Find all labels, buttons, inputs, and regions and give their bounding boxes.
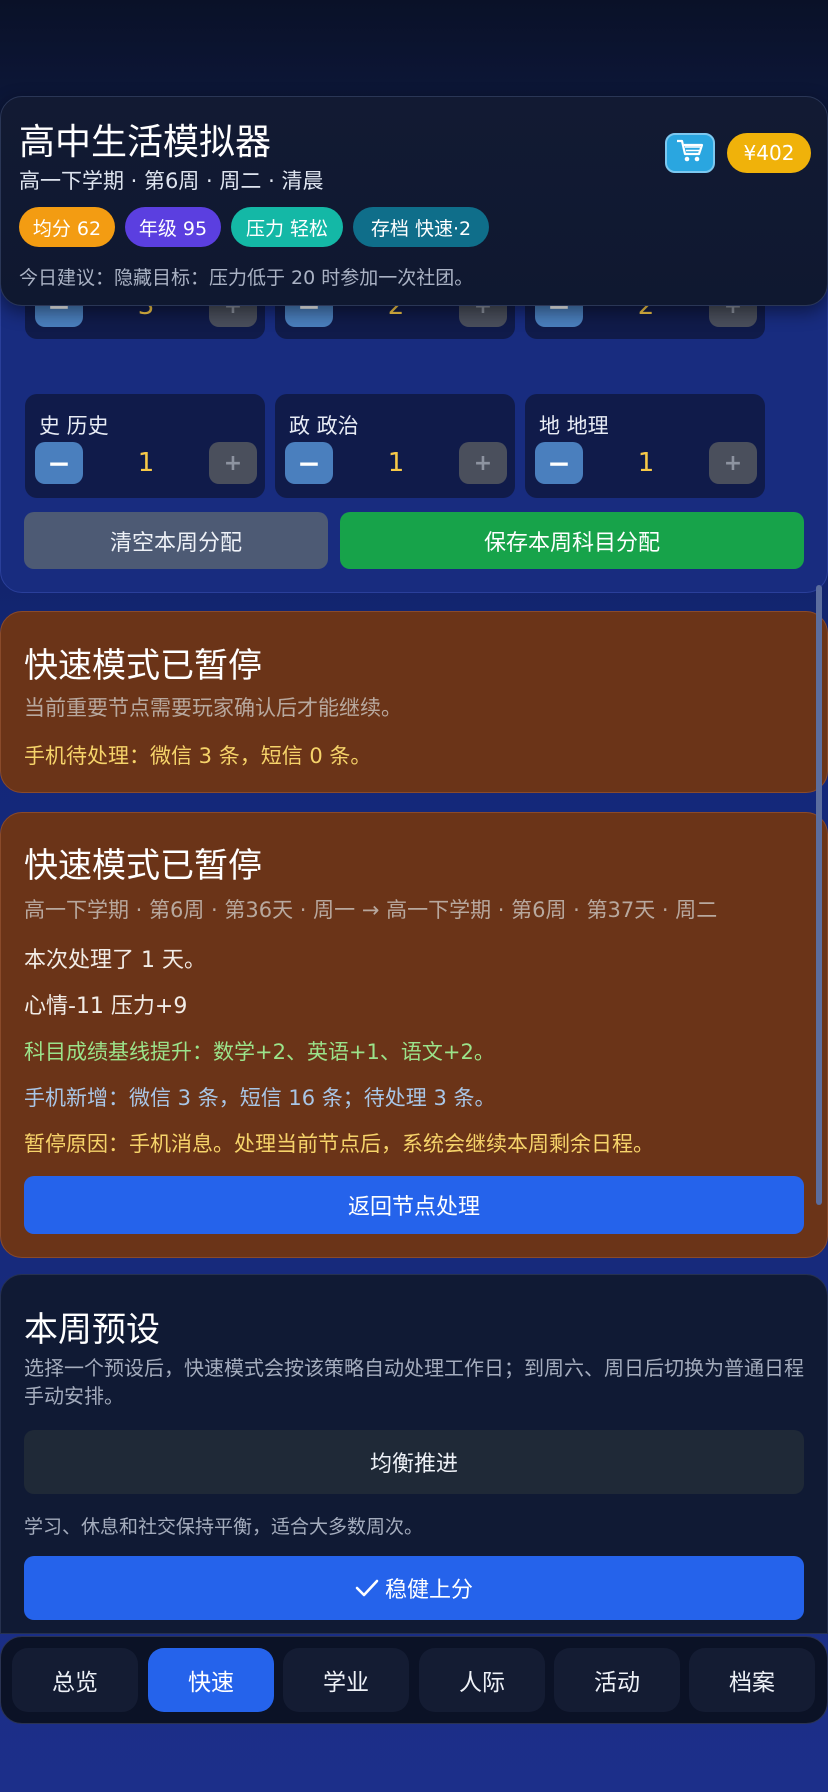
tab-profile[interactable]: 档案: [689, 1648, 815, 1712]
shop-button[interactable]: [665, 133, 715, 173]
date-subtitle: 高一下学期 · 第6周 · 周二 · 清晨: [19, 169, 324, 193]
shopping-cart-icon: [675, 138, 705, 168]
stat-changes-text: 心情-11 压力+9: [24, 994, 188, 1019]
increment-button[interactable]: +: [459, 442, 507, 484]
pause-reason-text: 暂停原因：手机消息。处理当前节点后，系统会继续本周剩余日程。: [24, 1132, 654, 1156]
app-title: 高中生活模拟器: [19, 122, 272, 163]
daily-tip: 今日建议：隐藏目标：压力低于 20 时参加一次社团。: [19, 267, 474, 289]
preset-steady-button[interactable]: 稳健上分: [24, 1556, 804, 1620]
clear-allocation-button[interactable]: 清空本周分配: [24, 512, 328, 569]
status-header: 高中生活模拟器 高一下学期 · 第6周 · 周二 · 清晨 ¥402 均分 62…: [0, 96, 828, 306]
subject-stepper: − 1 +: [35, 442, 257, 486]
paused-title: 快速模式已暂停: [24, 646, 262, 686]
preset-description: 选择一个预设后，快速模式会按该策略自动处理工作日；到周六、周日后切换为普通日程手…: [24, 1356, 804, 1408]
decrement-button[interactable]: −: [35, 442, 83, 484]
paused-description: 当前重要节点需要玩家确认后才能继续。: [24, 696, 402, 720]
tab-social[interactable]: 人际: [419, 1648, 545, 1712]
increment-button[interactable]: +: [209, 442, 257, 484]
subject-label: 史 历史: [39, 414, 109, 438]
increment-button[interactable]: +: [709, 442, 757, 484]
subject-card-history: 史 历史 − 1 +: [25, 394, 265, 498]
date-range-text: 高一下学期 · 第6周 · 第36天 · 周一 → 高一下学期 · 第6周 · …: [24, 898, 718, 922]
tab-overview[interactable]: 总览: [12, 1648, 138, 1712]
scrollbar[interactable]: [816, 585, 822, 1205]
decrement-button[interactable]: −: [535, 442, 583, 484]
preset-balance-description: 学习、休息和社交保持平衡，适合大多数周次。: [24, 1516, 424, 1538]
subject-card-geography: 地 地理 − 1 +: [525, 394, 765, 498]
tab-academics[interactable]: 学业: [283, 1648, 409, 1712]
return-to-node-button[interactable]: 返回节点处理: [24, 1176, 804, 1234]
subject-hours-value: 1: [387, 448, 405, 478]
stat-badge-save: 存档 快速·2: [353, 207, 489, 247]
subject-label: 政 政治: [289, 414, 359, 438]
preset-title: 本周预设: [24, 1310, 160, 1350]
save-allocation-button[interactable]: 保存本周科目分配: [340, 512, 804, 569]
processed-days-text: 本次处理了 1 天。: [24, 948, 206, 973]
subject-card-politics: 政 政治 − 1 +: [275, 394, 515, 498]
tab-activities[interactable]: 活动: [554, 1648, 680, 1712]
phone-pending-text: 手机待处理：微信 3 条，短信 0 条。: [24, 744, 372, 768]
phone-new-text: 手机新增：微信 3 条，短信 16 条；待处理 3 条。: [24, 1086, 496, 1110]
stat-badge-stress: 压力 轻松: [231, 207, 343, 247]
preset-balance-button[interactable]: 均衡推进: [24, 1430, 804, 1494]
subject-stepper: − 1 +: [535, 442, 757, 486]
subject-label: 地 地理: [539, 414, 609, 438]
subject-hours-value: 1: [637, 448, 655, 478]
checkmark-icon: [355, 1578, 379, 1598]
stat-badge-average: 均分 62: [19, 207, 115, 247]
tab-fast[interactable]: 快速: [148, 1648, 274, 1712]
decrement-button[interactable]: −: [285, 442, 333, 484]
subject-stepper: − 1 +: [285, 442, 507, 486]
baseline-text: 科目成绩基线提升：数学+2、英语+1、语文+2。: [24, 1040, 495, 1064]
stat-badge-rank: 年级 95: [125, 207, 221, 247]
money-badge[interactable]: ¥402: [727, 133, 811, 173]
summary-title: 快速模式已暂停: [24, 846, 262, 886]
subject-hours-value: 1: [137, 448, 155, 478]
preset-steady-label: 稳健上分: [384, 1578, 473, 1603]
